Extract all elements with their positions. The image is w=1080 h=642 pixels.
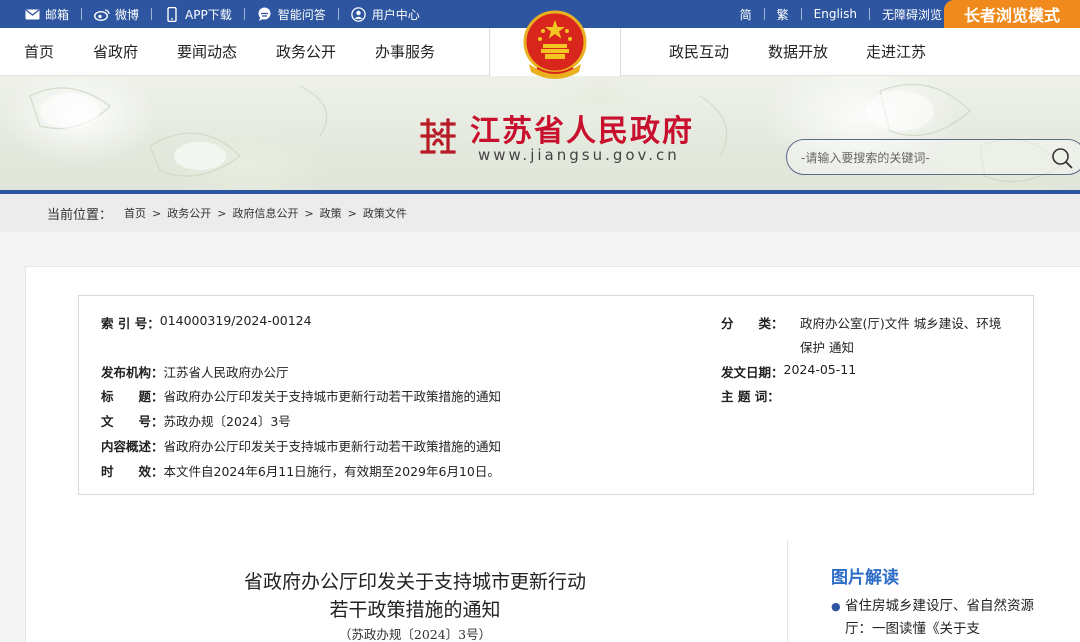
meta-row-issuer: 发布机构： 江苏省人民政府办公厅 — [101, 362, 289, 381]
search-icon[interactable] — [1051, 147, 1073, 169]
meta-value: 本文件自2024年6月11日施行，有效期至2029年6月10日。 — [163, 464, 500, 479]
meta-value: 江苏省人民政府办公厅 — [163, 365, 289, 380]
breadcrumb-label: 当前位置： — [47, 207, 113, 223]
separator — [763, 8, 765, 20]
nav-item-open-data[interactable]: 数据开放 — [768, 28, 828, 76]
separator — [868, 8, 870, 20]
user-icon — [351, 6, 367, 22]
meta-key: 主 题 词： — [721, 389, 780, 404]
meta-key: 发文日期： — [721, 365, 784, 380]
breadcrumb-item-policy-docs[interactable]: 政策文件 — [363, 205, 407, 221]
mail-link[interactable]: 邮箱 — [24, 6, 69, 23]
separator — [337, 8, 339, 20]
meta-value-category-line1: 政府办公室(厅)文件 城乡建设、环境 — [800, 316, 1002, 331]
sidebar-title: 图片解读 — [831, 568, 899, 588]
sidebar-list-item[interactable]: ● 省住房城乡建设厅、省自然资源厅：一图读懂《关于支 — [831, 595, 1041, 641]
separator — [800, 8, 802, 20]
nav-item-about-jiangsu[interactable]: 走进江苏 — [866, 28, 926, 76]
bullet-icon: ● — [831, 600, 841, 613]
breadcrumb-bar: 当前位置： 首页 > 政务公开 > 政府信息公开 > 政策 > 政策文件 — [0, 194, 1080, 232]
mobile-icon — [164, 6, 180, 22]
jiangsu-logo-icon — [420, 118, 456, 154]
meta-key: 发布机构： — [101, 365, 164, 380]
meta-value-category-line2: 保护 通知 — [800, 340, 854, 355]
sidebar-item-text: 省住房城乡建设厅、省自然资源厅：一图读懂《关于支 — [845, 598, 1034, 637]
meta-key: 文 号： — [101, 414, 164, 429]
app-download-link[interactable]: APP下载 — [164, 6, 232, 23]
separator — [151, 8, 153, 20]
search-input[interactable] — [801, 147, 1041, 169]
simplified-chinese-link[interactable]: 简 — [740, 6, 752, 23]
meta-key: 标 题： — [101, 389, 164, 404]
breadcrumb-separator: > — [347, 206, 357, 220]
user-center-link[interactable]: 用户中心 — [351, 6, 420, 23]
nav-item-provincial-gov[interactable]: 省政府 — [93, 28, 138, 76]
national-emblem-icon — [523, 10, 587, 79]
meta-row-index: 索 引 号： 014000319/2024-00124 — [101, 313, 312, 332]
meta-key: 内容概述： — [101, 439, 164, 454]
nav-item-news[interactable]: 要闻动态 — [177, 28, 237, 76]
traditional-chinese-link[interactable]: 繁 — [777, 6, 789, 23]
elder-mode-button[interactable]: 长者浏览模式 — [944, 0, 1080, 28]
document-number: （苏政办规〔2024〕3号） — [338, 627, 492, 642]
weibo-icon — [94, 7, 110, 21]
breadcrumb-separator: > — [304, 206, 314, 220]
mail-icon — [24, 7, 40, 21]
site-url: www.jiangsu.gov.cn — [478, 146, 680, 164]
breadcrumb-item-policy[interactable]: 政策 — [320, 205, 342, 221]
meta-value: 省政府办公厅印发关于支持城市更新行动若干政策措施的通知 — [163, 389, 502, 404]
meta-row-title: 标 题： 省政府办公厅印发关于支持城市更新行动若干政策措施的通知 — [101, 386, 501, 405]
breadcrumb: 当前位置： 首页 > 政务公开 > 政府信息公开 > 政策 > 政策文件 — [47, 194, 407, 232]
nav-item-interaction[interactable]: 政民互动 — [669, 28, 729, 76]
nav-item-gov-affairs[interactable]: 政务公开 — [276, 28, 336, 76]
document-metadata-table: 索 引 号： 014000319/2024-00124 分 类： 政府办公室(厅… — [78, 295, 1034, 495]
meta-value: 苏政办规〔2024〕3号 — [163, 414, 291, 429]
weibo-link[interactable]: 微博 — [94, 6, 139, 23]
document-title-line1: 省政府办公厅印发关于支持城市更新行动 — [243, 571, 586, 593]
separator — [243, 8, 245, 20]
meta-value: 014000319/2024-00124 — [159, 313, 312, 328]
meta-row-category: 分 类： — [721, 313, 784, 332]
meta-key: 索 引 号： — [101, 316, 160, 331]
meta-row-subject: 主 题 词： — [721, 386, 780, 405]
meta-value: 2024-05-11 — [783, 362, 857, 377]
meta-row-summary: 内容概述： 省政府办公厅印发关于支持城市更新行动若干政策措施的通知 — [101, 436, 501, 455]
english-link[interactable]: English — [814, 7, 857, 21]
site-name: 江苏省人民政府 — [470, 114, 694, 149]
meta-row-date: 发文日期： 2024-05-11 — [721, 362, 856, 381]
meta-key: 时 效： — [101, 464, 164, 479]
nav-item-services[interactable]: 办事服务 — [375, 28, 435, 76]
breadcrumb-separator: > — [152, 206, 162, 220]
document-title-line2: 若干政策措施的通知 — [329, 599, 501, 621]
meta-value: 省政府办公厅印发关于支持城市更新行动若干政策措施的通知 — [163, 439, 502, 454]
separator — [81, 8, 83, 20]
breadcrumb-item-info-disclosure[interactable]: 政府信息公开 — [232, 205, 298, 221]
chat-icon — [257, 7, 273, 21]
meta-key: 分 类： — [721, 316, 784, 331]
nav-item-home[interactable]: 首页 — [24, 28, 54, 76]
meta-row-validity: 时 效： 本文件自2024年6月11日施行，有效期至2029年6月10日。 — [101, 461, 500, 480]
column-divider — [787, 540, 788, 642]
top-links: 邮箱 微博 APP下载 智能问答 用户中心 — [24, 0, 420, 28]
top-right-links: 简 繁 English 无障碍浏览 — [740, 0, 942, 28]
smart-qa-link[interactable]: 智能问答 — [257, 6, 326, 23]
breadcrumb-item-gov-affairs[interactable]: 政务公开 — [167, 205, 211, 221]
meta-row-doc-number: 文 号： 苏政办规〔2024〕3号 — [101, 411, 291, 430]
breadcrumb-separator: > — [217, 206, 227, 220]
accessible-browse-link[interactable]: 无障碍浏览 — [882, 6, 942, 23]
search-box — [786, 139, 1080, 175]
breadcrumb-item-home[interactable]: 首页 — [124, 205, 146, 221]
